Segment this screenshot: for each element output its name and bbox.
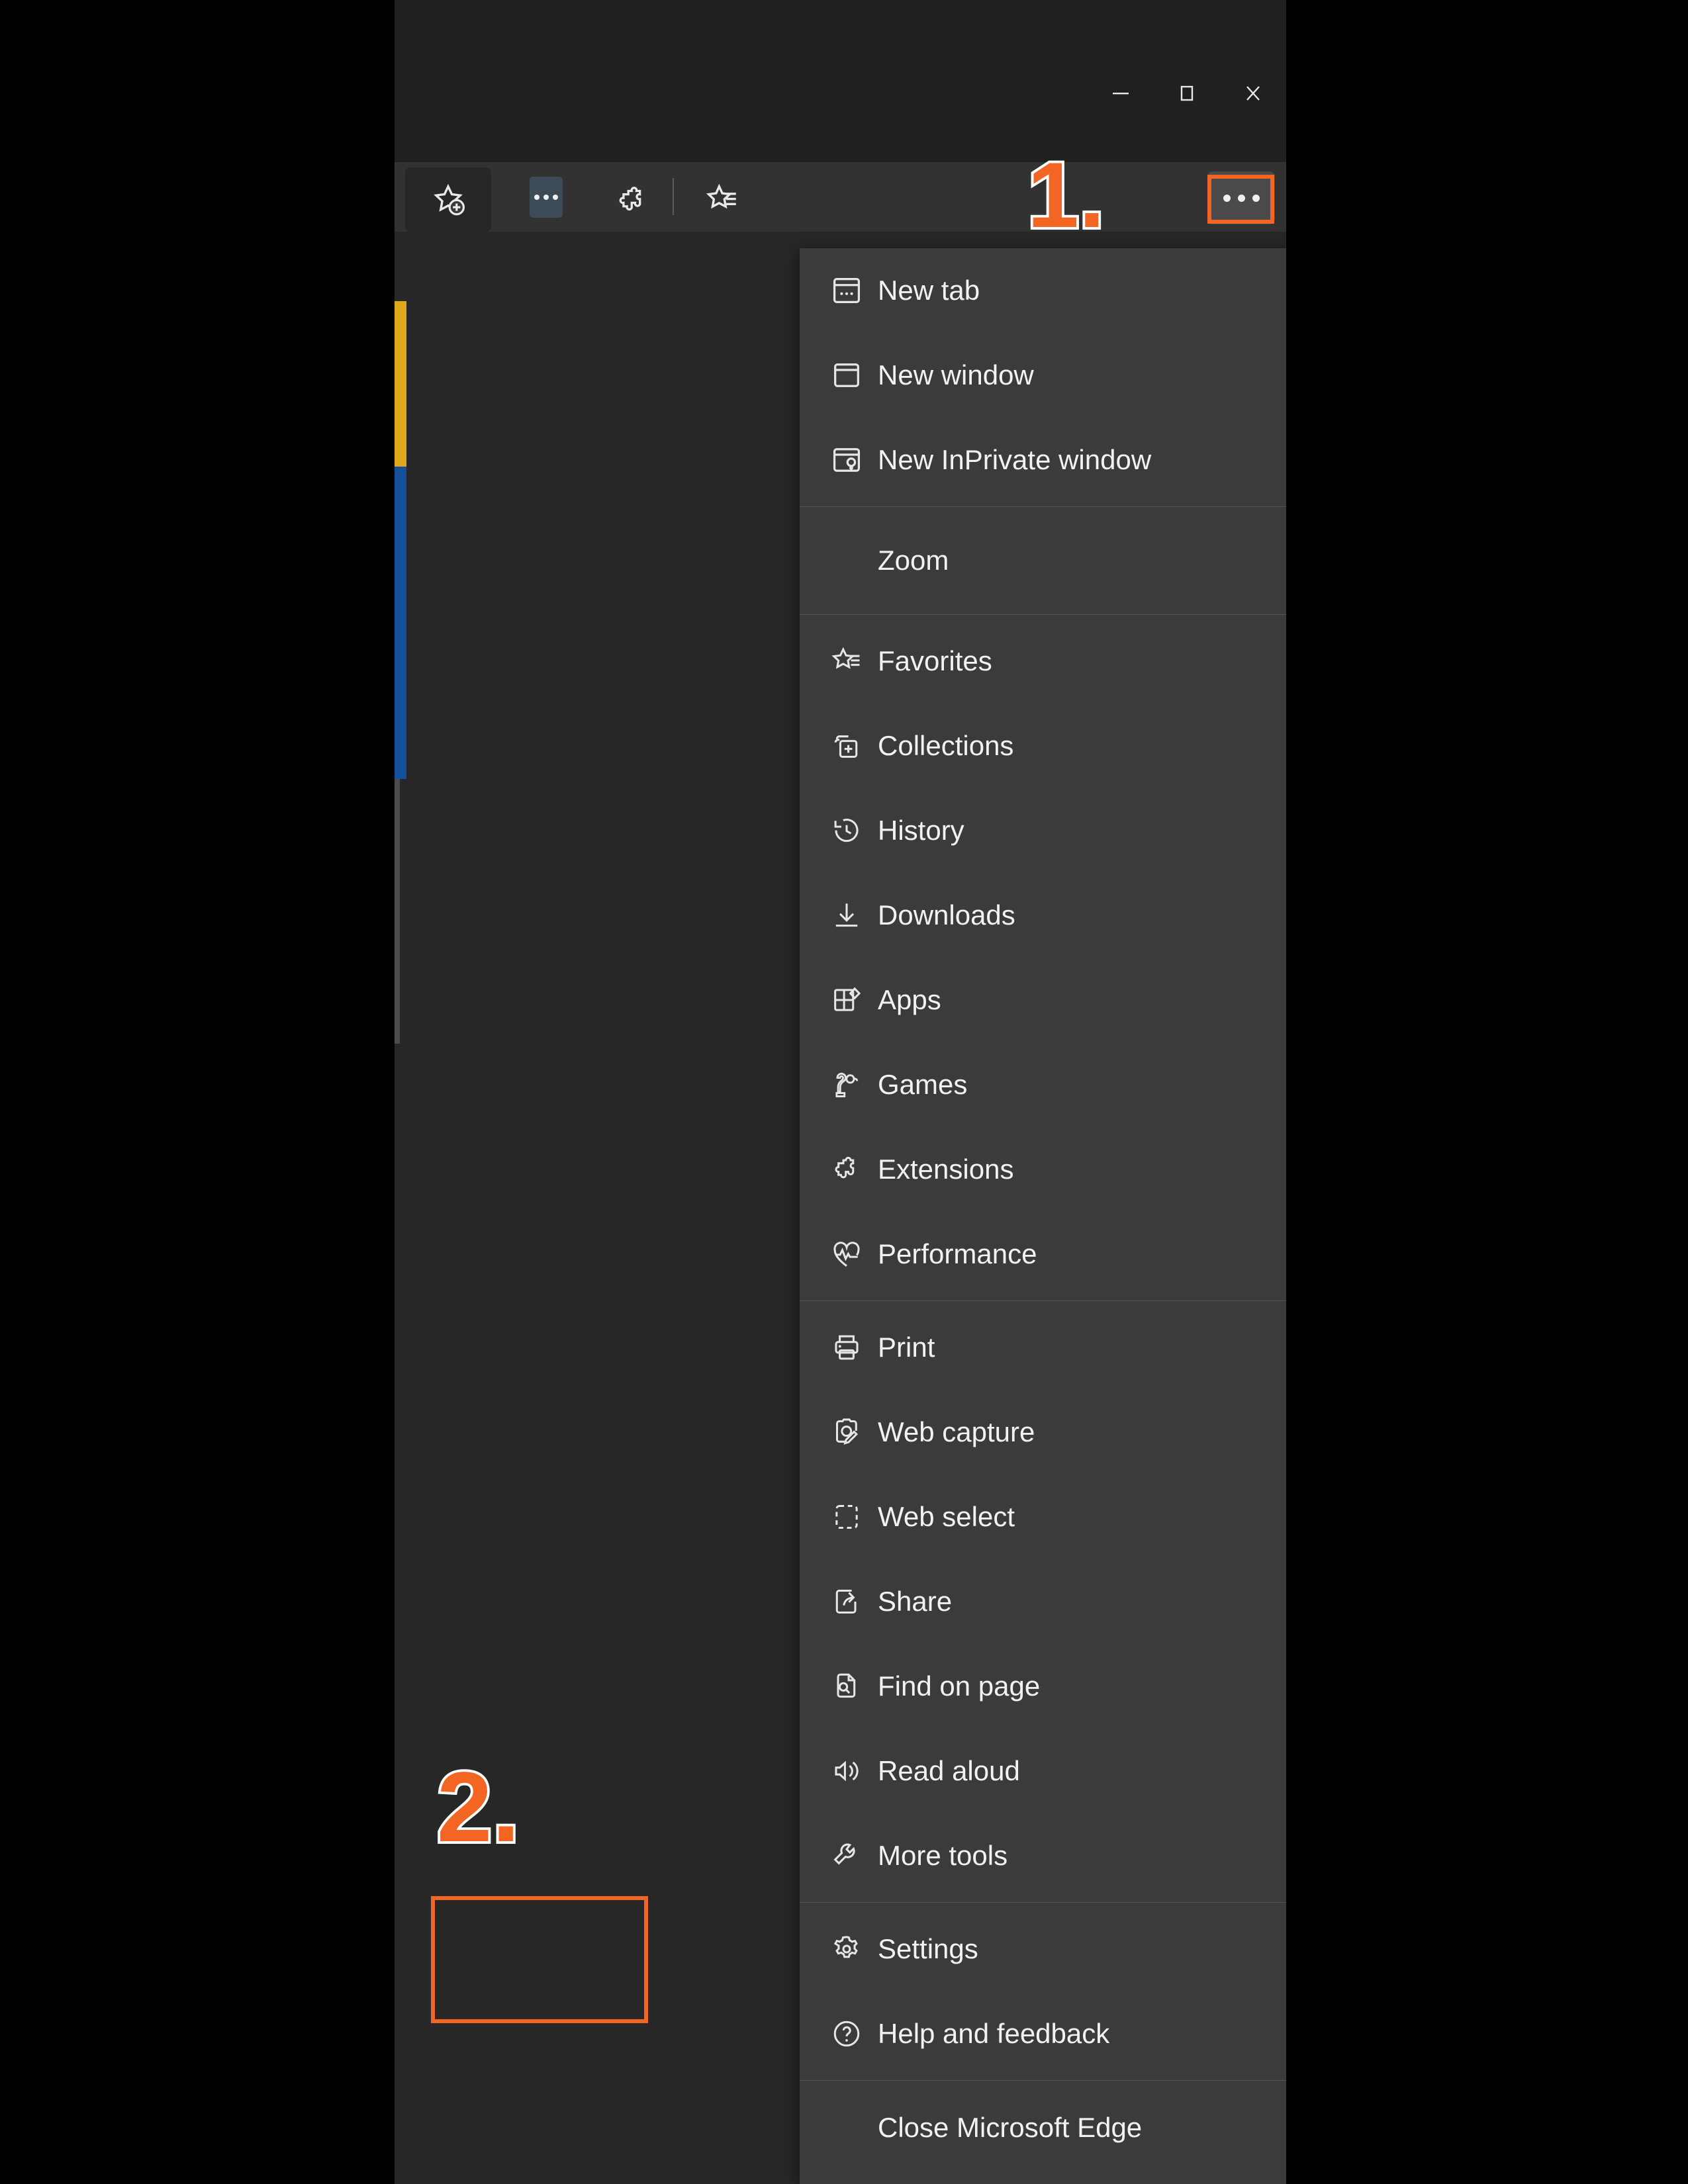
collections-icon [530, 177, 563, 218]
read-aloud-icon [822, 1747, 871, 1796]
menu-item-collections[interactable]: Collections Ctrl+Shift+Y [800, 704, 1286, 788]
menu-item-find-on-page[interactable]: Find on page Ctrl+F [800, 1644, 1286, 1729]
menu-item-read-aloud[interactable]: Read aloud Ctrl+Shift+U [800, 1729, 1286, 1813]
favorites-icon [822, 637, 871, 686]
menu-item-label: Extensions [878, 1154, 1014, 1185]
toolbar-divider [673, 178, 674, 215]
menu-item-label: More tools [878, 1840, 1008, 1871]
downloads-icon [822, 891, 871, 940]
web-capture-icon [822, 1408, 871, 1457]
menu-item-label: Apps [878, 984, 941, 1015]
settings-and-more-icon [1223, 194, 1260, 202]
menu-item-label: Find on page [878, 1670, 1041, 1702]
menu-item-label: Performance [878, 1238, 1037, 1269]
performance-icon [822, 1230, 871, 1279]
menu-item-label: New InPrivate window [878, 444, 1152, 475]
inprivate-icon [822, 435, 871, 484]
page-accent-strip-yellow [395, 301, 406, 467]
menu-item-share[interactable]: Share [800, 1559, 1286, 1644]
menu-item-downloads[interactable]: Downloads Ctrl+J [800, 873, 1286, 958]
menu-item-new-window[interactable]: New window Ctrl+N [800, 333, 1286, 418]
menu-item-web-capture[interactable]: Web capture Ctrl+Shift+S [800, 1390, 1286, 1475]
new-window-icon [822, 351, 871, 400]
menu-divider [800, 506, 1286, 507]
history-icon [822, 806, 871, 855]
menu-divider [800, 614, 1286, 615]
menu-item-label: Settings [878, 1933, 978, 1964]
menu-item-more-tools[interactable]: More tools [800, 1813, 1286, 1898]
menu-item-settings[interactable]: Settings [800, 1907, 1286, 1991]
edge-main-menu: New tab Ctrl+T New window Ctrl+N [800, 248, 1286, 2184]
menu-item-games[interactable]: Games [800, 1042, 1286, 1127]
apps-icon [822, 976, 871, 1024]
menu-item-apps[interactable]: Apps [800, 958, 1286, 1042]
menu-item-label: Close Microsoft Edge [878, 2112, 1143, 2143]
share-icon [822, 1577, 871, 1626]
annotation-step-1: 1. 1. [1025, 143, 1219, 248]
extensions-button[interactable] [606, 175, 658, 227]
menu-item-label: Help and feedback [878, 2018, 1110, 2049]
page-accent-strip-gray [395, 779, 400, 1044]
menu-item-label: Read aloud [878, 1755, 1020, 1786]
favorites-list-icon [702, 181, 741, 222]
find-on-page-icon [822, 1662, 871, 1711]
extensions-icon [614, 181, 651, 222]
menu-divider [800, 1300, 1286, 1301]
collections-button[interactable] [530, 177, 563, 218]
new-tab-icon [822, 266, 871, 315]
menu-item-label: History [878, 815, 964, 846]
window-controls [1088, 61, 1286, 126]
print-icon [822, 1323, 871, 1372]
menu-item-extensions[interactable]: Extensions [800, 1127, 1286, 1212]
menu-item-label: Share [878, 1586, 953, 1617]
menu-item-help-and-feedback[interactable]: Help and feedback [800, 1991, 1286, 2076]
games-icon [822, 1060, 871, 1109]
page-accent-strip-blue [395, 467, 406, 779]
title-bar [395, 0, 1286, 162]
menu-item-label: New tab [878, 275, 980, 306]
screenshot-root: s n [0, 0, 1688, 2184]
annotation-step-2: 2. 2. [434, 1751, 629, 1863]
menu-item-label: Web select [878, 1501, 1015, 1532]
add-favorite-button[interactable] [405, 167, 491, 232]
minimize-button[interactable] [1088, 61, 1154, 126]
menu-item-performance[interactable]: Performance [800, 1212, 1286, 1297]
annotation-step-2-number-fill: 2. [437, 1751, 520, 1862]
menu-item-label: Print [878, 1332, 935, 1363]
add-favorite-icon [422, 174, 474, 226]
maximize-button[interactable] [1154, 61, 1220, 126]
extensions-icon [822, 1145, 871, 1194]
menu-item-history[interactable]: History Ctrl+H [800, 788, 1286, 873]
web-select-icon [822, 1492, 871, 1541]
gear-icon [822, 1925, 871, 1974]
menu-divider [800, 2080, 1286, 2081]
menu-item-label: Collections [878, 730, 1014, 761]
annotation-step-1-number-fill: 1. [1027, 143, 1105, 247]
favorites-button[interactable] [696, 175, 747, 227]
menu-divider [800, 1902, 1286, 1903]
menu-item-close-microsoft-edge[interactable]: Close Microsoft Edge [800, 2085, 1286, 2171]
menu-item-label: Favorites [878, 645, 992, 676]
menu-zoom-row: Zoom 100% [800, 511, 1286, 610]
menu-item-print[interactable]: Print Ctrl+P [800, 1305, 1286, 1390]
close-button[interactable] [1220, 61, 1286, 126]
collections-icon [822, 721, 871, 770]
menu-item-label: New window [878, 359, 1034, 390]
menu-item-label: Games [878, 1069, 968, 1100]
more-tools-icon [822, 1831, 871, 1880]
menu-item-new-inprivate-window[interactable]: New InPrivate window Ctrl+Shift+N [800, 418, 1286, 502]
menu-item-favorites[interactable]: Favorites Ctrl+Shift+O [800, 619, 1286, 704]
menu-item-web-select[interactable]: Web select Ctrl+Shift+X [800, 1475, 1286, 1559]
zoom-label: Zoom [878, 545, 949, 576]
menu-item-label: Downloads [878, 899, 1015, 931]
help-icon [822, 2009, 871, 2058]
menu-item-label: Web capture [878, 1416, 1035, 1447]
menu-item-new-tab[interactable]: New tab Ctrl+T [800, 248, 1286, 333]
